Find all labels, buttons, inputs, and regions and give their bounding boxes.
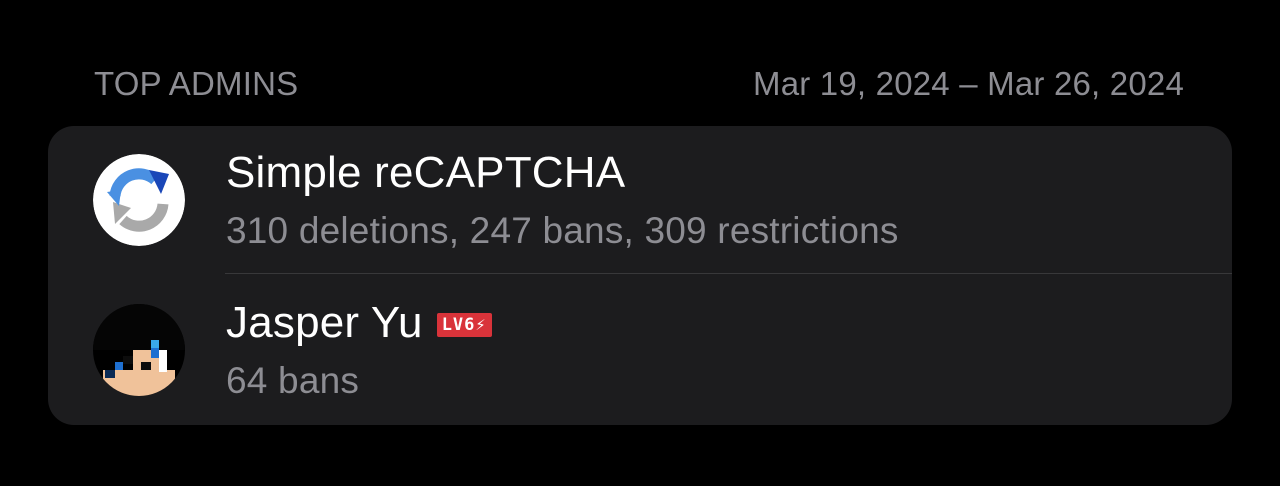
- date-range[interactable]: Mar 19, 2024 – Mar 26, 2024: [753, 65, 1184, 103]
- admin-name-line: Simple reCAPTCHA: [226, 144, 625, 202]
- admin-stats: 310 deletions, 247 bans, 309 restriction…: [226, 210, 899, 251]
- admin-name: Simple reCAPTCHA: [226, 148, 626, 197]
- admins-list-card: Simple reCAPTCHA 310 deletions, 247 bans…: [48, 126, 1232, 425]
- avatar: [93, 154, 185, 246]
- row-divider: [225, 273, 1232, 274]
- level-badge: LV6⚡: [436, 313, 492, 337]
- section-header: TOP ADMINS Mar 19, 2024 – Mar 26, 2024: [94, 62, 1184, 106]
- admin-row[interactable]: Jasper Yu LV6⚡ 64 bans: [48, 276, 1232, 424]
- admin-name-line: Jasper Yu LV6⚡: [226, 294, 492, 352]
- top-admins-screen: TOP ADMINS Mar 19, 2024 – Mar 26, 2024 S…: [0, 0, 1280, 486]
- pixel-character-avatar: [93, 304, 185, 396]
- admin-stats: 64 bans: [226, 360, 360, 401]
- recaptcha-logo-icon: [93, 154, 185, 246]
- section-title: TOP ADMINS: [94, 65, 299, 102]
- admin-name: Jasper Yu: [226, 298, 423, 347]
- admin-row[interactable]: Simple reCAPTCHA 310 deletions, 247 bans…: [48, 126, 1232, 274]
- avatar: [93, 304, 185, 396]
